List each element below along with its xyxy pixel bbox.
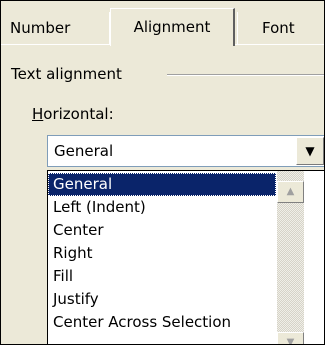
- chevron-down-icon: ▼: [305, 144, 315, 158]
- format-cells-dialog: Number Alignment Font Text alignment Hor…: [0, 0, 325, 345]
- scroll-down-icon: ▼: [286, 337, 295, 345]
- scroll-up-icon: ▲: [286, 186, 295, 197]
- tab-alignment[interactable]: Alignment: [110, 8, 235, 46]
- group-divider: [167, 74, 324, 76]
- dropdown-option[interactable]: Center Across Selection: [48, 311, 276, 334]
- tab-divider-line: [1, 44, 111, 45]
- scrollbar[interactable]: ▲ ▼: [277, 171, 304, 345]
- horizontal-combobox[interactable]: General ▼: [47, 135, 324, 167]
- dropdown-option[interactable]: General: [48, 173, 276, 196]
- scroll-down-button[interactable]: ▼: [277, 332, 304, 345]
- tab-divider-line: [235, 44, 324, 45]
- dropdown-option[interactable]: Fill: [48, 265, 276, 288]
- dropdown-option[interactable]: Left (Indent): [48, 196, 276, 219]
- dropdown-option[interactable]: Center: [48, 219, 276, 242]
- horizontal-label-accesskey: H: [32, 105, 44, 123]
- horizontal-label: Horizontal:: [32, 105, 114, 123]
- tab-number[interactable]: Number: [1, 12, 110, 45]
- tab-bar: Number Alignment Font: [1, 1, 324, 46]
- group-label-text-alignment: Text alignment: [11, 65, 122, 83]
- horizontal-label-rest: orizontal:: [43, 105, 114, 123]
- tab-font[interactable]: Font: [237, 12, 324, 45]
- horizontal-dropdown-list[interactable]: General Left (Indent) Center Right Fill Justi…: [47, 170, 324, 345]
- dropdown-option[interactable]: Right: [48, 242, 276, 265]
- dropdown-option[interactable]: Justify: [48, 288, 276, 311]
- dropdown-button[interactable]: ▼: [296, 137, 324, 165]
- horizontal-combobox-value: General: [54, 142, 114, 160]
- scroll-up-button[interactable]: ▲: [277, 181, 304, 203]
- options-list: General Left (Indent) Center Right Fill Justi…: [48, 173, 276, 334]
